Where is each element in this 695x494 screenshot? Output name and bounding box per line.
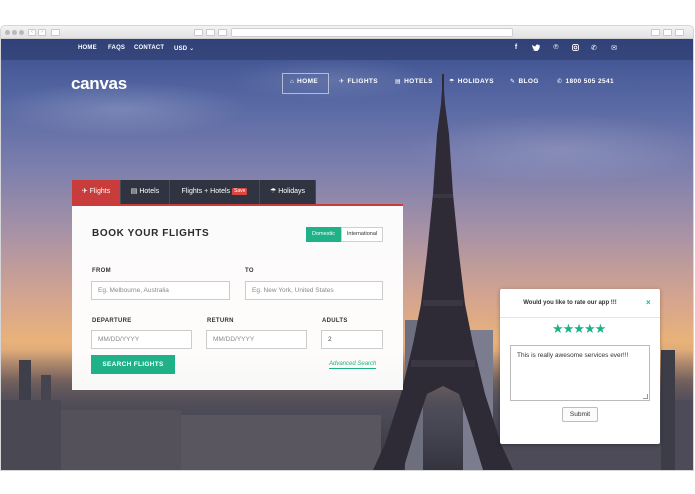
nav-holidays[interactable]: ☂ HOLIDAYS (449, 78, 494, 85)
nav-home-label: HOME (297, 78, 319, 85)
topbar-contact-link[interactable]: CONTACT (134, 45, 164, 51)
from-input[interactable]: Eg. Melbourne, Australia (91, 281, 230, 300)
home-icon: ⌂ (290, 79, 295, 85)
window-zoom-dot[interactable] (19, 30, 24, 35)
star-rating[interactable]: ★★★★★ (552, 321, 606, 337)
save-badge: Save (232, 188, 248, 195)
downloads-icon[interactable] (675, 29, 684, 36)
phone-icon[interactable]: ✆ (589, 44, 599, 52)
facebook-icon[interactable]: f (511, 44, 521, 51)
tab-holidays[interactable]: ☂ Holidays (260, 180, 316, 204)
comment-textarea[interactable]: This is really awesome services ever!!! (510, 345, 650, 401)
resize-grip-icon[interactable] (643, 394, 648, 399)
tab-holidays-label: Holidays (278, 188, 306, 195)
adults-label: ADULTS (322, 318, 348, 324)
nav-hotels[interactable]: ▤ HOTELS (395, 78, 433, 85)
search-flights-button[interactable]: SEARCH FLIGHTS (91, 355, 175, 374)
window-close-dot[interactable] (5, 30, 10, 35)
umbrella-icon: ☂ (449, 79, 455, 85)
umbrella-icon: ☂ (269, 188, 279, 195)
currency-dropdown[interactable]: USD ⌄ (174, 45, 194, 52)
to-label: TO (245, 268, 254, 274)
bookmark-icon[interactable] (206, 29, 215, 36)
advanced-search-link[interactable]: Advanced Search (329, 360, 377, 369)
nav-holidays-label: HOLIDAYS (457, 78, 494, 85)
booking-panel: BOOK YOUR FLIGHTS Domestic International… (72, 204, 403, 390)
top-bar: HOME FAQS CONTACT USD ⌄ f ℗ ✆ ✉ (1, 39, 693, 60)
rate-popup-divider (500, 317, 660, 318)
topbar-faqs-link[interactable]: FAQS (108, 45, 125, 51)
twitter-icon[interactable] (531, 44, 541, 53)
return-label: RETURN (207, 318, 234, 324)
tab-flights-hotels[interactable]: Flights + Hotels Save (170, 180, 260, 204)
rate-app-popup: Would you like to rate our app !!! × ★★★… (500, 289, 660, 444)
plane-icon: ✈ (339, 79, 345, 85)
tab-flights[interactable]: ✈ Flights (72, 180, 121, 204)
mail-icon[interactable]: ✉ (609, 44, 619, 52)
nav-blog-label: BLOG (518, 78, 539, 85)
share-icon[interactable] (651, 29, 660, 36)
nav-phone-label: 1800 505 2541 (565, 78, 615, 85)
nav-hotels-label: HOTELS (404, 78, 433, 85)
forward-icon[interactable]: › (38, 29, 46, 36)
departure-input[interactable]: MM/DD/YYYY (91, 330, 192, 349)
tab-flights-hotels-label: Flights + Hotels (181, 188, 231, 195)
to-input[interactable]: Eg. New York, United States (245, 281, 383, 300)
nav-home[interactable]: ⌂ HOME (290, 78, 318, 85)
nav-blog[interactable]: ✎ BLOG (510, 78, 539, 85)
from-label: FROM (92, 268, 111, 274)
departure-label: DEPARTURE (92, 318, 132, 324)
tab-hotels-label: Hotels (139, 188, 160, 195)
topbar-home-link[interactable]: HOME (78, 45, 97, 51)
tab-flights-label: Flights (89, 188, 111, 195)
building (181, 415, 381, 470)
phone-icon: ✆ (557, 79, 563, 85)
tabs-icon[interactable] (218, 29, 227, 36)
pinterest-icon[interactable]: ℗ (551, 44, 561, 51)
domestic-toggle[interactable]: Domestic (306, 227, 341, 242)
window-minimize-dot[interactable] (12, 30, 17, 35)
nav-flights[interactable]: ✈ FLIGHTS (339, 78, 378, 85)
close-icon[interactable]: × (646, 298, 651, 307)
building (661, 350, 675, 470)
site-logo[interactable]: canvas (71, 74, 127, 94)
pencil-icon: ✎ (510, 79, 516, 85)
comment-text: This is really awesome services ever!!! (517, 352, 629, 359)
international-toggle[interactable]: International (341, 227, 383, 242)
nav-flights-label: FLIGHTS (347, 78, 379, 85)
nav-phone[interactable]: ✆ 1800 505 2541 (557, 78, 614, 85)
building (1, 400, 61, 470)
browser-chrome: ‹ › (1, 26, 693, 39)
sidebar-icon[interactable] (51, 29, 60, 36)
building-icon: ▤ (395, 79, 402, 85)
building (61, 410, 181, 470)
tab-hotels[interactable]: ▤ Hotels (121, 180, 170, 204)
address-bar[interactable] (231, 28, 513, 37)
reader-icon[interactable] (194, 29, 203, 36)
back-icon[interactable]: ‹ (28, 29, 36, 36)
instagram-icon[interactable] (570, 44, 580, 53)
booking-title: BOOK YOUR FLIGHTS (92, 228, 210, 239)
new-tab-icon[interactable] (663, 29, 672, 36)
adults-input[interactable]: 2 (321, 330, 383, 349)
plane-icon: ✈ (81, 188, 90, 195)
submit-button[interactable]: Submit (562, 407, 598, 422)
rate-popup-title: Would you like to rate our app !!! (523, 300, 617, 306)
return-input[interactable]: MM/DD/YYYY (206, 330, 307, 349)
